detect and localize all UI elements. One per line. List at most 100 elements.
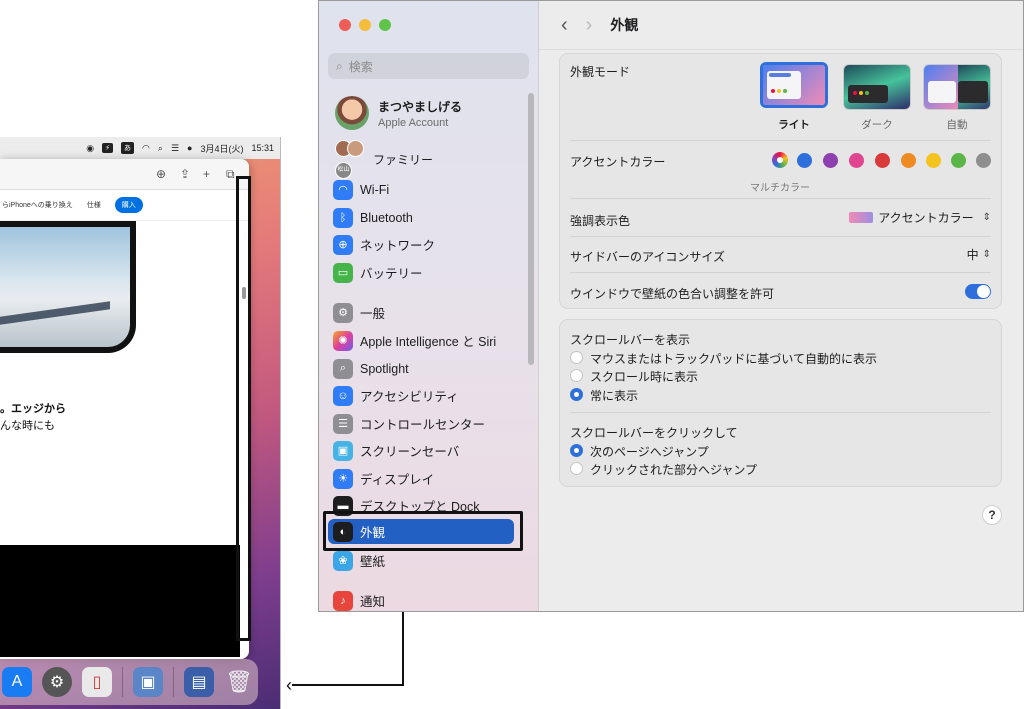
sidebar-item-label: Bluetooth	[360, 210, 413, 225]
minimize-button[interactable]	[359, 19, 371, 31]
jump-clicked-spot-radio[interactable]	[570, 462, 583, 475]
search-field[interactable]: ⌕ 検索	[328, 53, 529, 79]
accent-green-swatch[interactable]	[951, 153, 966, 168]
dock-separator	[173, 667, 174, 697]
sidebar-item-notifications[interactable]: ♪ 通知	[333, 588, 521, 611]
download-icon[interactable]: ⊕	[156, 167, 166, 181]
highlight-color-popup[interactable]: アクセントカラー ⇕	[849, 209, 991, 226]
battery-status-icon[interactable]: ⚡	[102, 143, 114, 153]
preview-app-icon[interactable]: ▣	[133, 667, 163, 697]
jump-clicked-spot-label[interactable]: クリックされた部分へジャンプ	[590, 461, 757, 478]
sidebar-item-battery[interactable]: ▭ バッテリー	[333, 260, 521, 285]
menu-bar: ◉ ⚡ あ ◠ ⌕ ☰ ● 3月4日(火) 15:31	[0, 137, 280, 159]
sidebar-item-label: ディスプレイ	[360, 473, 435, 487]
iphone-mirroring-icon[interactable]: ▯	[82, 667, 112, 697]
video-area	[0, 545, 240, 657]
scroll-always-radio[interactable]	[570, 388, 583, 401]
bluetooth-icon: ᛒ	[333, 207, 353, 228]
family-avatars: 松山	[335, 140, 365, 179]
new-tab-icon[interactable]: +	[203, 167, 210, 181]
sidebar-icon-size-popup[interactable]: 中 ⇕	[967, 246, 991, 263]
site-nav-specs-link[interactable]: 仕様	[87, 200, 101, 210]
arrow-left-icon: ‹	[286, 675, 292, 695]
divider	[570, 236, 991, 237]
sidebar-item-screensaver[interactable]: ▣ スクリーンセーバ	[333, 438, 521, 463]
share-icon[interactable]: ⇪	[180, 167, 190, 181]
sidebar-item-wifi[interactable]: ◠ Wi-Fi	[333, 177, 521, 202]
appearance-pane: ‹ › 外観 外観モード ライト ダーク 自動 アクセントカラー マルチカラー …	[539, 1, 1023, 611]
jump-next-page-radio[interactable]	[570, 444, 583, 457]
sidebar-item-network[interactable]: ⊕ ネットワーク	[333, 232, 521, 257]
battery-icon: ▭	[333, 262, 353, 283]
accent-purple-swatch[interactable]	[823, 153, 838, 168]
accent-red-swatch[interactable]	[875, 153, 890, 168]
accent-multicolor-swatch[interactable]	[772, 152, 788, 168]
menubar-date[interactable]: 3月4日(火)	[200, 142, 243, 155]
sidebar-item-accessibility[interactable]: ☺ アクセシビリティ	[333, 383, 521, 408]
family-avatar	[347, 140, 364, 157]
family-row[interactable]: 松山 ファミリー	[335, 140, 433, 179]
accent-graphite-swatch[interactable]	[976, 153, 991, 168]
avatar	[335, 96, 369, 130]
jump-next-page-label[interactable]: 次のページへジャンプ	[590, 443, 709, 460]
accent-orange-swatch[interactable]	[901, 153, 916, 168]
help-button[interactable]: ?	[982, 505, 1002, 525]
product-hero-image	[0, 221, 136, 353]
wifi-status-icon[interactable]: ◠	[142, 143, 150, 154]
mode-auto-label: 自動	[946, 119, 968, 131]
sidebar-item-wallpaper[interactable]: ❀ 壁紙	[333, 548, 521, 573]
connector-line-horizontal	[292, 684, 404, 686]
sidebar-item-label: コントロールセンター	[360, 418, 486, 432]
siri-menu-icon[interactable]: ●	[187, 143, 192, 153]
buy-button[interactable]: 購入	[114, 197, 143, 213]
scroll-always-label[interactable]: 常に表示	[590, 387, 638, 404]
scroll-when-scrolling-radio[interactable]	[570, 369, 583, 382]
mode-light-thumbnail[interactable]	[760, 62, 828, 108]
accent-pink-swatch[interactable]	[849, 153, 864, 168]
sidebar-item-bluetooth[interactable]: ᛒ Bluetooth	[333, 205, 521, 230]
screenshot-app-icon[interactable]: ▤	[184, 667, 214, 697]
menubar-time[interactable]: 15:31	[251, 143, 274, 153]
screen-record-icon[interactable]: ◉	[86, 143, 94, 154]
site-nav-switch-link[interactable]: らiPhoneへの乗り換え	[2, 200, 73, 210]
scrollbar-card: スクロールバーを表示 マウスまたはトラックパッドに基づいて自動的に表示 スクロー…	[559, 319, 1002, 487]
apple-account-row[interactable]: まつやましげる Apple Account	[335, 96, 462, 130]
accent-blue-swatch[interactable]	[797, 153, 812, 168]
sidebar-item-siri[interactable]: ✺ Apple Intelligence と Siri	[333, 328, 521, 353]
spotlight-menu-icon[interactable]: ⌕	[158, 143, 163, 154]
back-chevron-icon[interactable]: ‹	[561, 14, 568, 37]
scroll-auto-radio[interactable]	[570, 351, 583, 364]
accent-yellow-swatch[interactable]	[926, 153, 941, 168]
scroll-auto-label[interactable]: マウスまたはトラックパッドに基づいて自動的に表示	[590, 350, 877, 367]
sidebar-scrollbar[interactable]	[528, 93, 534, 365]
app-store-icon[interactable]: A	[2, 667, 32, 697]
trash-icon[interactable]: 🗑	[224, 667, 254, 697]
zoom-button[interactable]	[379, 19, 391, 31]
system-settings-icon[interactable]: ⚙	[42, 667, 72, 697]
sidebar-item-general[interactable]: ⚙ 一般	[333, 300, 521, 325]
mode-dark-thumbnail[interactable]	[843, 64, 911, 110]
sidebar-item-label: Spotlight	[360, 361, 409, 376]
page-title: 外観	[610, 17, 639, 33]
search-icon: ⌕	[336, 58, 343, 73]
tab-overview-icon[interactable]: ⧉	[226, 167, 235, 182]
accent-selected-label: マルチカラー	[750, 183, 810, 194]
sidebar-item-label: Apple Intelligence と Siri	[360, 335, 497, 349]
forward-chevron-icon[interactable]: ›	[586, 14, 593, 37]
wallpaper-tint-toggle[interactable]	[965, 284, 991, 299]
sidebar-item-displays[interactable]: ☀ ディスプレイ	[333, 466, 521, 491]
control-center-menu-icon[interactable]: ☰	[171, 143, 179, 154]
sidebar-item-label: 壁紙	[360, 555, 386, 569]
sidebar-icon-size-value: 中	[966, 248, 979, 262]
sidebar-item-spotlight[interactable]: ⌕ Spotlight	[333, 356, 521, 381]
close-button[interactable]	[339, 19, 351, 31]
sidebar-item-label: 一般	[360, 307, 386, 321]
input-method-icon[interactable]: あ	[121, 142, 135, 154]
accessibility-icon: ☺	[333, 385, 353, 406]
scroll-when-scrolling-label[interactable]: スクロール時に表示	[590, 368, 698, 385]
safari-toolbar: ⊕ ⇪ + ⧉	[0, 159, 249, 190]
divider	[570, 272, 991, 273]
sidebar-item-control-center[interactable]: ☰ コントロールセンター	[333, 411, 521, 436]
mode-auto-thumbnail[interactable]	[923, 64, 991, 110]
pane-header: ‹ › 外観	[539, 1, 1023, 50]
